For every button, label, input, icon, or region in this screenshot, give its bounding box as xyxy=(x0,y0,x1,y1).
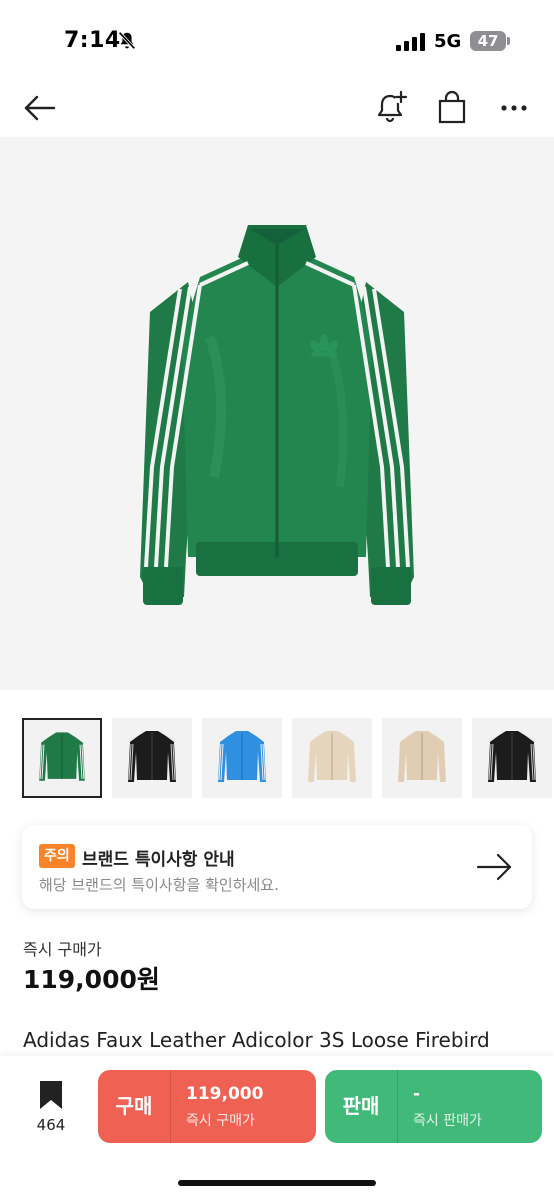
network-type: 5G xyxy=(434,31,462,52)
home-indicator xyxy=(178,1180,376,1186)
price-value: 119,000원 xyxy=(23,965,160,994)
thumbnail-jacket-icon xyxy=(218,731,266,782)
back-button[interactable] xyxy=(20,88,60,128)
back-arrow-icon xyxy=(24,95,56,121)
thumbnail-blue[interactable] xyxy=(202,718,282,798)
sell-sub-label: 즉시 판매가 xyxy=(413,1113,482,1129)
signal-icon xyxy=(396,33,425,51)
status-bar: 7:14 5G 47 xyxy=(0,0,554,80)
more-icon xyxy=(501,105,527,111)
bookmark-icon xyxy=(40,1081,62,1109)
product-title: Adidas Faux Leather Adicolor 3S Loose Fi… xyxy=(23,1028,490,1052)
brand-notice-card[interactable]: 주의 브랜드 특이사항 안내 해당 브랜드의 특이사항을 확인하세요. xyxy=(22,825,532,909)
sell-price: - xyxy=(413,1084,421,1104)
thumbnail-jacket-icon xyxy=(398,731,446,782)
sell-label: 판매 xyxy=(342,1094,380,1118)
thumbnail-jacket-icon xyxy=(128,731,176,782)
thumbnail-strip[interactable] xyxy=(22,718,554,800)
track-jacket-image xyxy=(140,225,414,605)
divider xyxy=(397,1070,398,1143)
thumbnail-jacket-icon xyxy=(488,731,536,782)
buy-price: 119,000 xyxy=(186,1084,264,1104)
buy-button[interactable]: 구매 119,000 즉시 구매가 xyxy=(98,1070,316,1143)
thumbnail-sand[interactable] xyxy=(382,718,462,798)
buy-sub-label: 즉시 구매가 xyxy=(186,1113,255,1129)
thumbnail-beige[interactable] xyxy=(292,718,372,798)
arrow-right-icon xyxy=(476,853,512,881)
battery-cap xyxy=(507,37,510,45)
notice-title: 브랜드 특이사항 안내 xyxy=(82,850,235,870)
more-button[interactable] xyxy=(494,88,534,128)
bell-slash-icon xyxy=(118,31,136,50)
notice-subtitle: 해당 브랜드의 특이사항을 확인하세요. xyxy=(39,876,279,894)
nav-bar xyxy=(0,80,554,136)
thumbnail-green[interactable] xyxy=(22,718,102,798)
thumbnail-black-2[interactable] xyxy=(472,718,552,798)
bell-plus-icon xyxy=(377,90,408,123)
buy-label: 구매 xyxy=(115,1094,153,1118)
warning-badge: 주의 xyxy=(39,844,75,868)
shopping-bag-icon xyxy=(438,90,466,124)
shopping-bag-button[interactable] xyxy=(432,88,472,128)
status-time: 7:14 xyxy=(64,28,121,53)
sell-button[interactable]: 판매 - 즉시 판매가 xyxy=(325,1070,542,1143)
bookmark-button[interactable]: 464 xyxy=(26,1080,76,1140)
alert-add-button[interactable] xyxy=(370,88,410,128)
thumbnail-jacket-icon xyxy=(39,732,85,781)
thumbnail-black[interactable] xyxy=(112,718,192,798)
bottom-action-bar: 464 구매 119,000 즉시 구매가 판매 - 즉시 판매가 xyxy=(0,1056,554,1200)
divider xyxy=(170,1070,171,1143)
bookmark-count: 464 xyxy=(36,1116,66,1134)
price-label: 즉시 구매가 xyxy=(23,940,102,959)
battery-icon: 47 xyxy=(470,31,506,51)
thumbnail-jacket-icon xyxy=(308,731,356,782)
product-image[interactable] xyxy=(0,137,554,690)
